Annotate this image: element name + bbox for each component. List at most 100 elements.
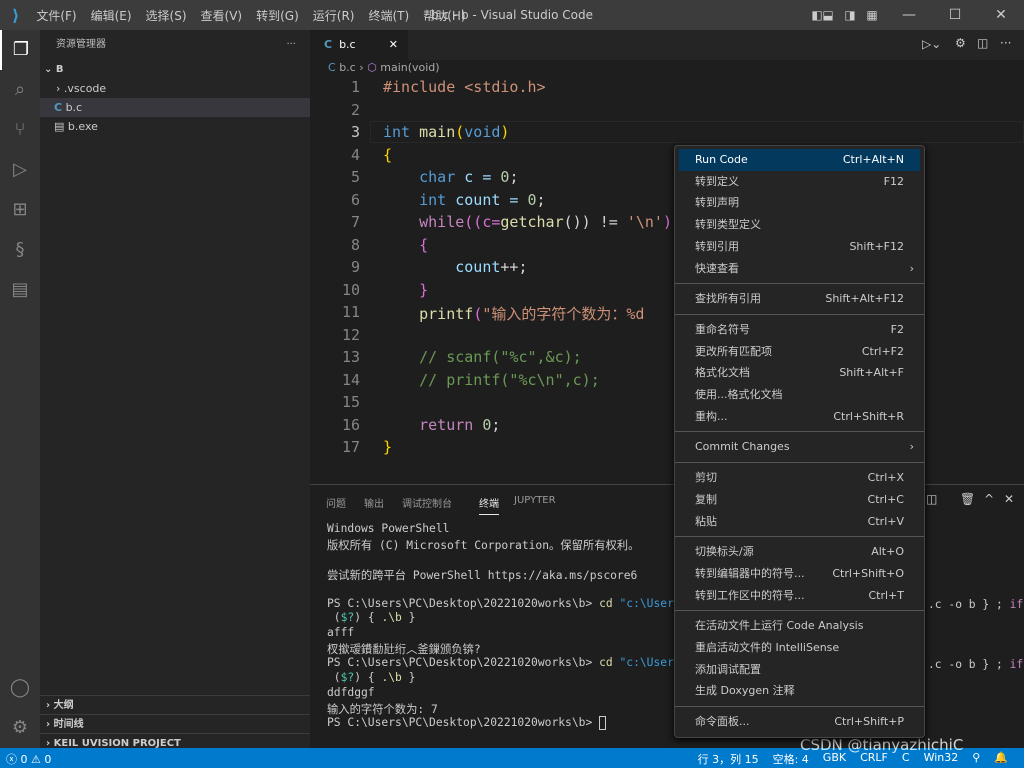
menu-item[interactable]: 更改所有匹配项 Ctrl+F2	[679, 341, 920, 363]
menu-2[interactable]: 选择(S)	[139, 7, 194, 24]
code-token: #include <stdio.h>	[383, 78, 546, 96]
menu-item[interactable]: 命令面板... Ctrl+Shift+P	[679, 711, 920, 733]
symbol-icon: ⬡	[367, 61, 377, 74]
menu-item[interactable]: 重启活动文件的 IntelliSense	[679, 637, 920, 659]
notebook-icon[interactable]: ▤	[0, 270, 40, 310]
terminal-line: 尝试新的跨平台 PowerShell https://aka.ms/pscore…	[327, 567, 637, 582]
menu-7[interactable]: 帮助(H)	[416, 7, 472, 24]
terminal-line: ($?) { .\b }	[327, 611, 416, 626]
maximize-panel-icon[interactable]: ^	[984, 492, 994, 506]
menu-item[interactable]: 重构... Ctrl+Shift+R	[679, 406, 920, 428]
split-editor-icon[interactable]: ◫	[977, 36, 988, 50]
menu-item[interactable]: 转到声明	[679, 192, 920, 214]
menu-item[interactable]: 剪切 Ctrl+X	[679, 467, 920, 489]
menu-6[interactable]: 终端(T)	[361, 7, 416, 24]
menu-item-label: 重启活动文件的 IntelliSense	[695, 641, 840, 654]
menu-item[interactable]: 格式化文档 Shift+Alt+F	[679, 362, 920, 384]
tab-b-c[interactable]: C b.c ✕	[310, 30, 408, 60]
run-debug-icon[interactable]: ▷	[0, 150, 40, 190]
menu-item[interactable]: 重命名符号 F2	[679, 319, 920, 341]
title-bar: ⟩ 文件(F) 编辑(E) 选择(S) 查看(V) 转到(G) 运行(R) 终端(T) 帮助(…	[0, 0, 1024, 30]
menu-1[interactable]: 编辑(E)	[84, 7, 139, 24]
menu-item[interactable]: Run Code Ctrl+Alt+N	[679, 149, 920, 171]
menu-item[interactable]: 切换标头/源 Alt+O	[679, 541, 920, 563]
menu-item[interactable]: 转到编辑器中的符号... Ctrl+Shift+O	[679, 563, 920, 585]
close-panel-icon[interactable]: ✕	[1004, 492, 1014, 506]
tab-问题[interactable]: 问题	[326, 495, 346, 510]
menu-item[interactable]: 添加调试配置	[679, 659, 920, 681]
menu-5[interactable]: 运行(R)	[306, 7, 362, 24]
code-line: {	[383, 146, 392, 164]
tree-item-b-exe[interactable]: ▤ b.exe	[40, 117, 310, 136]
extensions-icon[interactable]: ⊞	[0, 190, 40, 230]
menu-item[interactable]: 转到工作区中的符号... Ctrl+T	[679, 585, 920, 607]
more-actions-icon[interactable]: ···	[286, 30, 296, 60]
section-timeline[interactable]: › 时间线	[40, 714, 310, 733]
menu-item[interactable]: 转到引用 Shift+F12	[679, 236, 920, 258]
toggle-secondary-icon[interactable]: ◨	[840, 0, 860, 30]
feedback-icon[interactable]: ⚲	[972, 751, 980, 767]
account-icon[interactable]: ◯	[0, 668, 40, 708]
tab-输出[interactable]: 输出	[364, 495, 384, 510]
status-item[interactable]: 行 3，列 15	[698, 751, 759, 767]
menu-item[interactable]: 粘贴 Ctrl+V	[679, 511, 920, 533]
breadcrumb-symbol[interactable]: main(void)	[380, 61, 439, 74]
menu-separator	[675, 313, 924, 315]
terminal-text: PS C:\Users\PC\Desktop\20221020works\b>	[327, 596, 600, 610]
menu-item[interactable]: 快速查看 ›	[679, 258, 920, 280]
menu-0[interactable]: 文件(F)	[29, 7, 83, 24]
terminal-line: ($?) { .\b }	[327, 671, 416, 686]
more-icon[interactable]: ···	[1000, 36, 1011, 50]
split-terminal-icon[interactable]: ◫	[926, 492, 937, 506]
tab-JUPYTER[interactable]: JUPYTER	[514, 495, 556, 506]
folder-b[interactable]: ⌄ B	[40, 60, 310, 79]
terminal-text: ) {	[354, 671, 382, 684]
terminal-line: 版权所有 (C) Microsoft Corporation。保留所有权利。	[327, 537, 639, 552]
maximize-button[interactable]: ☐	[932, 0, 978, 30]
remote-icon[interactable]: §	[0, 230, 40, 270]
code-token: {	[383, 145, 393, 164]
breadcrumb-file[interactable]: b.c	[339, 61, 356, 74]
minimize-button[interactable]: —	[886, 0, 932, 30]
menu-item[interactable]: 复制 Ctrl+C	[679, 489, 920, 511]
menu-separator	[675, 283, 924, 285]
section-outline[interactable]: › 大纲	[40, 695, 310, 714]
menu-item-label: 在活动文件上运行 Code Analysis	[695, 619, 864, 633]
terminal-line: PS C:\Users\PC\Desktop\20221020works\b> …	[327, 656, 722, 671]
close-button[interactable]: ✕	[978, 0, 1024, 30]
menu-item[interactable]: 在活动文件上运行 Code Analysis	[679, 615, 920, 637]
menu-item[interactable]: 转到类型定义	[679, 214, 920, 236]
menu-item[interactable]: Commit Changes ›	[679, 436, 920, 458]
menu-separator	[675, 536, 924, 538]
source-control-icon[interactable]: ⑂	[0, 110, 40, 150]
bell-icon[interactable]: 🔔	[994, 751, 1008, 767]
problems-status[interactable]: ⓧ 0 ⚠ 0	[6, 751, 51, 767]
search-icon[interactable]: ⌕	[0, 70, 40, 110]
menu-item-label: 生成 Doxygen 注释	[695, 684, 795, 698]
code-line: #include <stdio.h>	[383, 78, 546, 96]
menu-item[interactable]: 使用...格式化文档	[679, 384, 920, 406]
gear-icon[interactable]: ⚙	[955, 36, 966, 50]
menu-3[interactable]: 查看(V)	[194, 7, 250, 24]
tab-label: b.c	[339, 38, 356, 51]
menu-item-label: 转到声明	[695, 196, 739, 210]
code-token: return	[419, 415, 474, 434]
explorer-icon[interactable]: ❐	[0, 30, 40, 70]
tab-终端[interactable]: 终端	[479, 495, 499, 515]
menu-item[interactable]: 转到定义 F12	[679, 171, 920, 193]
tab-调试控制台[interactable]: 调试控制台	[402, 495, 452, 510]
run-icon[interactable]: ▷⌄	[922, 37, 941, 51]
tree-item-b-c[interactable]: C b.c	[40, 98, 310, 117]
menu-item[interactable]: 生成 Doxygen 注释	[679, 680, 920, 702]
layout-icon[interactable]: ▦	[862, 0, 882, 30]
menu-item-label: 切换标头/源	[695, 545, 754, 559]
trash-icon[interactable]: 🗑	[960, 492, 975, 506]
settings-gear-icon[interactable]: ⚙	[0, 708, 40, 748]
toggle-panel-icon[interactable]: ⬓	[818, 0, 838, 30]
terminal-line: PS C:\Users\PC\Desktop\20221020works\b> …	[327, 597, 722, 612]
menu-4[interactable]: 转到(G)	[249, 7, 306, 24]
tree-item-vscode[interactable]: › .vscode	[40, 79, 310, 98]
close-tab-icon[interactable]: ✕	[389, 30, 398, 60]
menu-item[interactable]: 查找所有引用 Shift+Alt+F12	[679, 288, 920, 310]
